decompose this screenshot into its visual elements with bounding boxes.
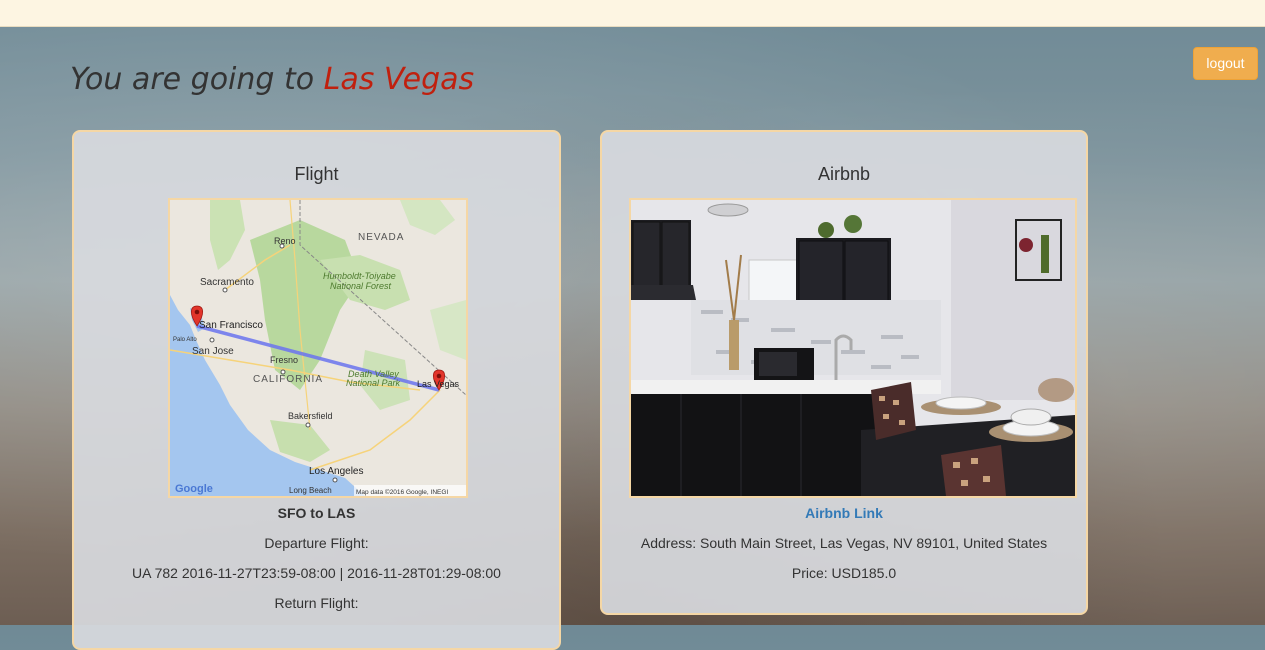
route-map[interactable]: NEVADA Reno Sacramento Humboldt-Toiyabe … <box>168 198 468 498</box>
destination-city: Las Vegas <box>323 62 475 97</box>
map-attribution: Map data ©2016 Google, INEGI <box>356 488 448 496</box>
airbnb-card-title: Airbnb <box>817 164 871 184</box>
map-label-los-angeles: Los Angeles <box>309 466 364 477</box>
listing-photo-graphic <box>631 200 1075 496</box>
flight-card: Flight NEVADA Reno Sacramento Humboldt-T… <box>72 130 561 650</box>
google-logo: Google <box>175 483 213 495</box>
map-label-san-francisco: San Francisco <box>199 320 263 331</box>
headline-prefix: You are going to <box>70 62 315 97</box>
map-label-death-valley-2: National Park <box>346 378 401 388</box>
return-label: Return Flight: <box>274 595 359 611</box>
map-label-nevada: NEVADA <box>358 232 404 243</box>
airbnb-card: Airbnb Airbnb Link Address: South Main S… <box>600 130 1088 615</box>
departure-value: UA 782 2016-11-27T23:59-08:00 | 2016-11-… <box>132 565 501 581</box>
map-label-california: CALIFORNIA <box>253 374 323 385</box>
listing-price: Price: USD185.0 <box>791 565 897 581</box>
map-label-forest-2: National Forest <box>330 281 392 291</box>
airbnb-link[interactable]: Airbnb Link <box>602 505 1086 521</box>
map-label-sacramento: Sacramento <box>200 277 254 288</box>
listing-photo <box>629 198 1077 498</box>
map-label-long-beach: Long Beach <box>289 486 332 495</box>
map-label-las-vegas: Las Vegas <box>417 379 460 389</box>
map-label-forest-1: Humboldt-Toiyabe <box>323 271 396 281</box>
departure-label: Departure Flight: <box>264 535 369 551</box>
flight-route: SFO to LAS <box>277 505 356 521</box>
listing-address: Address: South Main Street, Las Vegas, N… <box>640 535 1048 551</box>
map-label-reno: Reno <box>274 236 296 246</box>
map-label-palo-alto: Palo Alto <box>173 337 197 343</box>
logout-button[interactable]: logout <box>1193 47 1258 80</box>
map-label-san-jose: San Jose <box>192 346 234 357</box>
top-banner <box>0 0 1265 27</box>
flight-card-title: Flight <box>294 164 339 184</box>
page-title: You are going to Las Vegas <box>70 62 474 97</box>
map-label-fresno: Fresno <box>270 355 298 365</box>
map-label-bakersfield: Bakersfield <box>288 411 333 421</box>
route-map-graphic: NEVADA Reno Sacramento Humboldt-Toiyabe … <box>170 200 466 496</box>
